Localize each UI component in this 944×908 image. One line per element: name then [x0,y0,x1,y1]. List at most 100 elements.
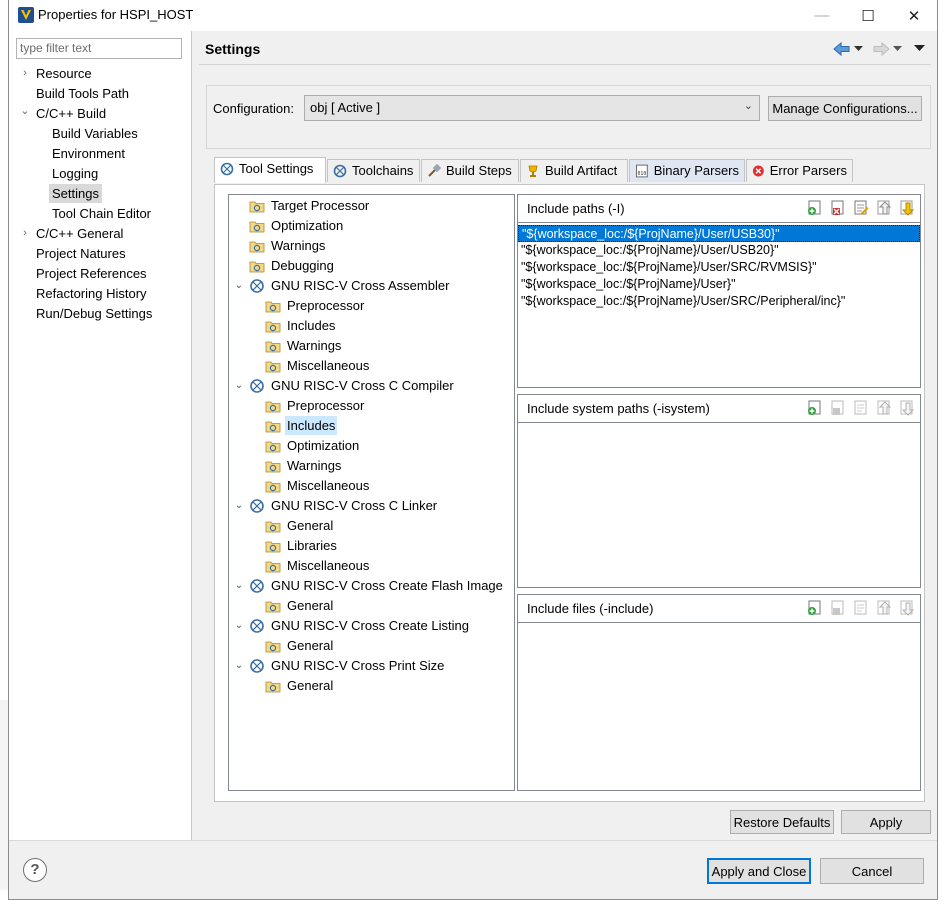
settings-folder-icon [249,201,265,212]
edit-icon[interactable] [852,199,870,217]
tree-item-label: Miscellaneous [287,558,370,573]
tree-item-optimization[interactable]: Optimization [265,436,361,455]
tree-item-preprocessor[interactable]: Preprocessor [265,296,366,315]
collapse-icon[interactable]: ⌄ [234,656,244,675]
tree-item-label: Warnings [287,458,342,473]
tab-build-steps[interactable]: Build Steps [421,159,519,182]
edit-icon[interactable] [852,599,870,617]
sidebar-item-refactoring-history[interactable]: Refactoring History [36,284,147,303]
sidebar-item-logging[interactable]: Logging [52,164,98,183]
move-down-icon[interactable] [898,599,916,617]
tree-group-cross-c-linker[interactable]: GNU RISC-V Cross C Linker [249,496,439,515]
apply-button[interactable]: Apply [841,810,931,834]
tree-item-warnings[interactable]: Warnings [265,456,343,475]
tree-item-miscellaneous[interactable]: Miscellaneous [265,476,371,495]
add-icon[interactable] [806,599,824,617]
delete-icon[interactable] [829,399,847,417]
include-paths-list[interactable]: "${workspace_loc:/${ProjName}/User/USB30… [518,225,920,310]
sidebar-item-environment[interactable]: Environment [52,144,125,163]
tree-item-general[interactable]: General [265,596,335,615]
list-item[interactable]: "${workspace_loc:/${ProjName}/User/USB20… [518,242,920,259]
collapse-icon[interactable]: ⌄ [234,496,244,515]
list-item[interactable]: "${workspace_loc:/${ProjName}/User/SRC/R… [518,259,920,276]
header-divider [199,64,931,65]
help-icon[interactable]: ? [23,858,47,882]
list-item[interactable]: "${workspace_loc:/${ProjName}/User/SRC/P… [518,293,920,310]
cancel-button[interactable]: Cancel [820,858,924,884]
list-item[interactable]: "${workspace_loc:/${ProjName}/User}" [518,276,920,293]
tree-item-libraries[interactable]: Libraries [265,536,339,555]
tab-label: Binary Parsers [653,163,739,178]
add-icon[interactable] [806,199,824,217]
tree-group-print-size[interactable]: GNU RISC-V Cross Print Size [249,656,446,675]
restore-defaults-button[interactable]: Restore Defaults [730,810,834,834]
settings-folder-icon [265,681,281,692]
back-dropdown-icon[interactable] [854,46,863,52]
move-down-icon[interactable] [898,399,916,417]
apply-and-close-button[interactable]: Apply and Close [707,858,811,884]
sidebar-item-settings[interactable]: Settings [49,184,102,203]
sidebar-item-project-natures[interactable]: Project Natures [36,244,126,263]
tree-item-miscellaneous[interactable]: Miscellaneous [265,356,371,375]
back-arrow-icon[interactable] [833,41,851,57]
tree-item-includes-selected[interactable]: Includes [265,416,338,435]
tool-settings-tree[interactable]: Target Processor Optimization Warnings D… [228,194,515,791]
move-up-icon[interactable] [875,599,893,617]
close-button[interactable]: ✕ [891,0,937,31]
forward-arrow-icon[interactable] [872,41,890,57]
tree-item-warnings[interactable]: Warnings [249,236,327,255]
sidebar-item-build-variables[interactable]: Build Variables [52,124,138,143]
minimize-button[interactable]: — [799,0,845,31]
sidebar-item-cpp-build[interactable]: C/C++ Build [36,104,106,123]
collapse-icon[interactable]: ⌄ [20,102,30,121]
tab-binary-parsers[interactable]: 010 Binary Parsers [629,159,745,182]
tree-item-debugging[interactable]: Debugging [249,256,336,275]
expand-icon[interactable]: › [20,224,30,243]
tree-item-target-processor[interactable]: Target Processor [249,196,371,215]
list-item[interactable]: "${workspace_loc:/${ProjName}/User/USB30… [518,225,920,242]
expand-icon[interactable]: › [20,64,30,83]
collapse-icon[interactable]: ⌄ [234,576,244,595]
tree-group-create-listing[interactable]: GNU RISC-V Cross Create Listing [249,616,471,635]
tab-build-artifact[interactable]: Build Artifact [520,159,628,182]
tree-item-miscellaneous[interactable]: Miscellaneous [265,556,371,575]
tree-group-cross-assembler[interactable]: GNU RISC-V Cross Assembler [249,276,451,295]
tool-settings-panel: Target Processor Optimization Warnings D… [214,184,925,802]
sidebar-item-project-references[interactable]: Project References [36,264,147,283]
tab-tool-settings[interactable]: Tool Settings [214,157,326,183]
tree-item-preprocessor[interactable]: Preprocessor [265,396,366,415]
sidebar-item-run-debug-settings[interactable]: Run/Debug Settings [36,304,152,323]
tab-error-parsers[interactable]: Error Parsers [746,159,853,182]
sidebar-item-build-tools-path[interactable]: Build Tools Path [36,84,129,103]
tree-group-cross-c-compiler[interactable]: GNU RISC-V Cross C Compiler [249,376,456,395]
configuration-select[interactable]: obj [ Active ] ⌄ [304,95,760,121]
sidebar-item-tool-chain-editor[interactable]: Tool Chain Editor [52,204,151,223]
tab-toolchains[interactable]: Toolchains [327,159,420,182]
tree-group-create-flash-image[interactable]: GNU RISC-V Cross Create Flash Image [249,576,505,595]
tree-item-general[interactable]: General [265,516,335,535]
move-up-icon[interactable] [875,399,893,417]
tree-item-general[interactable]: General [265,676,335,695]
configuration-label: Configuration: [213,101,294,116]
maximize-button[interactable]: ☐ [845,0,891,31]
edit-icon[interactable] [852,399,870,417]
filter-input[interactable]: type filter text [16,38,182,59]
sidebar-item-cpp-general[interactable]: C/C++ General [36,224,123,243]
collapse-icon[interactable]: ⌄ [234,616,244,635]
add-icon[interactable] [806,399,824,417]
tree-item-includes[interactable]: Includes [265,316,337,335]
delete-icon[interactable] [829,599,847,617]
sidebar-item-resource[interactable]: Resource [36,64,92,83]
move-up-icon[interactable] [875,199,893,217]
tree-item-general[interactable]: General [265,636,335,655]
move-down-icon[interactable] [898,199,916,217]
tree-item-warnings[interactable]: Warnings [265,336,343,355]
manage-configurations-button[interactable]: Manage Configurations... [768,96,922,121]
delete-icon[interactable] [829,199,847,217]
collapse-icon[interactable]: ⌄ [234,376,244,395]
tree-item-optimization[interactable]: Optimization [249,216,345,235]
collapse-icon[interactable]: ⌄ [234,276,244,295]
section-header: Include paths (-I) [518,195,920,223]
forward-dropdown-icon[interactable] [893,46,902,52]
view-menu-icon[interactable] [914,45,925,52]
